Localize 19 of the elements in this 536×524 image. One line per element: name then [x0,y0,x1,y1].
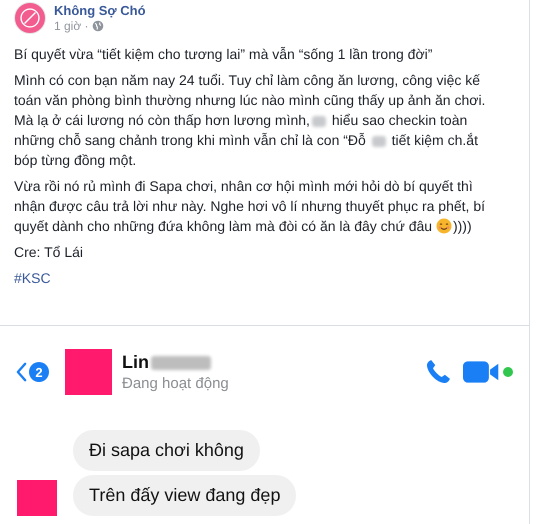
sender-avatar [17,480,57,516]
post-paragraph: Mình có con bạn năm nay 24 tuổi. Tuy chỉ làm công ăn lương, công việc kế toán văn phòng bình thường nhưng lúc nào mình cũng thấy up ảnh ăn chơi. Mà lạ ở cái lương nó còn thấp hơn lương mình, hiểu sao checkin toàn những chỗ sang chảnh trong khi mình vẫn chỉ là con “Đỗ tiết kiệm ch.ắt bóp từng đồng một. [14,71,486,170]
blurred-word [372,136,386,147]
blurred-word [312,116,326,127]
hashtag-link[interactable]: #KSC [14,268,51,288]
back-icon[interactable] [16,362,27,382]
smiley-icon [436,218,452,234]
unread-badge[interactable]: 2 [29,362,49,382]
contact-name[interactable]: Lin [122,352,149,373]
active-status: Đang hoạt động [122,375,229,392]
post-paragraph: Cre: Tổ Lái [14,243,84,262]
message-bubble: Trên đấy view đang đẹp [73,475,296,516]
message-bubble: Đi sapa chơi không [73,430,260,471]
page-name[interactable]: Không Sợ Chó [54,2,146,18]
blurred-word [151,356,211,370]
globe-icon [92,20,104,32]
post-paragraph: Vừa rồi nó rủ mình đi Sapa chơi, nhân cơ hội mình mới hỏi dò bí quyết thì nhận được câu trả lời như này. Nghe hơi vô lí nhưng thuyết phục ra phết, bí quyết dành cho những đứa không làm mà đòi có ăn là đây chứ đâu )))) [14,177,486,236]
page-avatar[interactable] [14,2,46,34]
post-paragraph: Bí quyết vừa “tiết kiệm cho tương lai” mà vẫn “sống 1 lần trong đời” [14,45,434,64]
